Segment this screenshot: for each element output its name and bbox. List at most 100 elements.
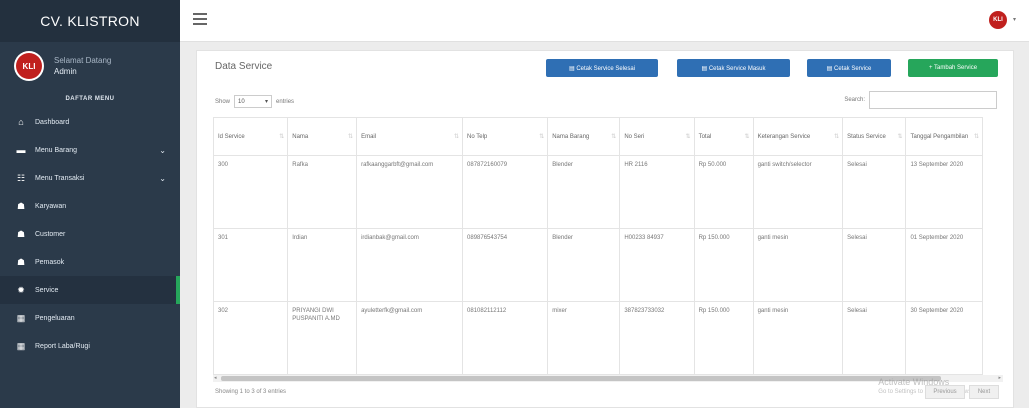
search-control: Search: [844,91,997,109]
service-table: Id Service ⇅ Nama ⇅ Email ⇅ No Telp ⇅ Nama Baran… [213,117,983,375]
column-header[interactable]: Status Service ⇅ [842,117,907,156]
hamburger-icon[interactable] [193,13,207,28]
user-menu-logo[interactable]: KLI [989,11,1007,29]
table-cell: HR 2116 [619,155,695,229]
column-header[interactable]: No Seri ⇅ [619,117,695,156]
pagination: Previous Next [925,385,999,399]
column-header[interactable]: No Telp ⇅ [462,117,549,156]
column-header[interactable]: Nama ⇅ [287,117,358,156]
list-icon: ☷ [16,172,26,183]
sort-icon[interactable]: ⇅ [539,133,544,140]
entries-length-control: Show 10 ▾ entries [215,95,294,108]
table-cell: 387823733032 [619,301,695,375]
table-cell: 300 [213,155,289,229]
scroll-left-icon[interactable]: ◂ [214,375,217,381]
print-service-incoming-button[interactable]: ▤ Cetak Service Masuk [677,59,790,77]
table-cell: Selesai [842,301,907,375]
user-name: Admin [54,67,77,76]
sort-icon[interactable]: ⇅ [611,133,616,140]
search-label: Search: [844,97,865,103]
sort-icon[interactable]: ⇅ [348,133,353,140]
table-cell: 13 September 2020 [905,155,983,229]
table-cell: ayuletterfk@gmail.com [356,301,464,375]
sidebar-item-service[interactable]: ✹ Service [0,276,180,304]
show-label: Show [215,98,231,105]
home-icon: ⌂ [18,117,24,127]
table-cell: mixer [547,301,621,375]
sidebar-item-label: Pemasok [35,258,65,266]
table-cell: Rafka [287,155,358,229]
gear-icon: ✹ [17,284,25,295]
sort-icon[interactable]: ⇅ [897,133,902,140]
column-header-label: Id Service [218,133,245,140]
sidebar-item-pemasok[interactable]: ☗ Pemasok [0,248,180,276]
users-icon: ☗ [16,228,26,239]
users-icon: ☗ [16,256,26,267]
sort-icon[interactable]: ⇅ [454,133,459,140]
table-info: Showing 1 to 3 of 3 entries [215,389,287,395]
sidebar-item-report-laba-rugi[interactable]: ▦ Report Laba/Rugi [0,332,180,360]
service-table-wrapper: Id Service ⇅ Nama ⇅ Email ⇅ No Telp ⇅ Nama Baran… [213,117,983,375]
entries-select[interactable]: 10 ▾ [234,95,273,108]
table-cell: ganti mesin [752,301,844,375]
table-icon: ▦ [16,340,26,351]
sidebar-item-label: Report Laba/Rugi [35,342,90,350]
column-header[interactable]: Email ⇅ [356,117,464,156]
table-cell: Rp 150.000 [693,301,754,375]
scrollbar-thumb[interactable] [221,376,941,381]
sidebar-item-karyawan[interactable]: ☗ Karyawan [0,192,180,220]
table-cell: ganti switch/selector [752,155,844,229]
sidebar-item-menu-transaksi[interactable]: ☷ Menu Transaksi ⌄ [0,164,180,192]
brand-title[interactable]: CV. KLISTRON [0,0,180,42]
sort-icon[interactable]: ⇅ [745,133,750,140]
table-cell: H00233 84937 [619,228,695,302]
table-row[interactable]: 300 Rafka rafkaanggarbft@gmail.com 08787216… [213,155,983,229]
sidebar-item-customer[interactable]: ☗ Customer [0,220,180,248]
company-logo: KLI [14,51,44,81]
print-service-button[interactable]: ▤ Cetak Service [807,59,891,77]
sidebar-item-label: Menu Transaksi [35,174,85,182]
sidebar-item-label: Dashboard [35,118,70,126]
table-cell: PRIYANGI DWI PUSPANITI A.MD [287,301,358,375]
table-row[interactable]: 302 PRIYANGI DWI PUSPANITI A.MD ayuletterf… [213,301,983,375]
users-icon: ☗ [16,200,26,211]
add-service-button[interactable]: + Tambah Service [908,59,998,77]
entries-label: entries [276,98,295,105]
scroll-right-icon[interactable]: ▸ [998,375,1001,381]
next-button[interactable]: Next [969,385,999,399]
column-header-label: Tanggal Pengambilan [910,133,969,140]
search-input[interactable] [869,91,997,109]
sidebar-item-menu-barang[interactable]: ▬ Menu Barang ⌄ [0,136,180,164]
column-header[interactable]: Id Service ⇅ [213,117,289,156]
sidebar-item-label: Karyawan [35,202,67,210]
sort-icon[interactable]: ⇅ [834,133,839,140]
sidebar-item-label: Pengeluaran [35,314,75,322]
sidebar-item-label: Service [35,286,59,294]
column-header-label: No Seri [624,133,645,140]
sort-icon[interactable]: ⇅ [279,133,284,140]
column-header-label: Status Service [847,133,886,140]
table-icon: ▦ [16,312,26,323]
sort-icon[interactable]: ⇅ [686,133,691,140]
column-header-label: Keterangan Service [757,133,811,140]
chevron-down-icon: ▾ [265,99,269,105]
column-header-label: Email [361,133,377,140]
welcome-text: Selamat Datang [54,56,112,65]
column-header[interactable]: Tanggal Pengambilan ⇅ [905,117,983,156]
column-header[interactable]: Nama Barang ⇅ [547,117,621,156]
sort-icon[interactable]: ⇅ [974,133,979,140]
menu-header: DAFTAR MENU [65,96,115,102]
table-cell: 302 [213,301,289,375]
print-service-finished-button[interactable]: ▤ Cetak Service Selesai [546,59,658,77]
table-cell: 30 September 2020 [905,301,983,375]
caret-down-icon[interactable]: ▾ [1013,16,1016,23]
table-cell: 087872160079 [462,155,549,229]
table-row[interactable]: 301 Irdian irdianbak@gmail.com 089876543754… [213,228,983,302]
table-cell: Irdian [287,228,358,302]
sidebar-item-dashboard[interactable]: ⌂ Dashboard [0,108,180,136]
table-cell: 301 [213,228,289,302]
column-header[interactable]: Total ⇅ [693,117,754,156]
column-header[interactable]: Keterangan Service ⇅ [752,117,844,156]
previous-button[interactable]: Previous [925,385,965,399]
sidebar-item-pengeluaran[interactable]: ▦ Pengeluaran [0,304,180,332]
